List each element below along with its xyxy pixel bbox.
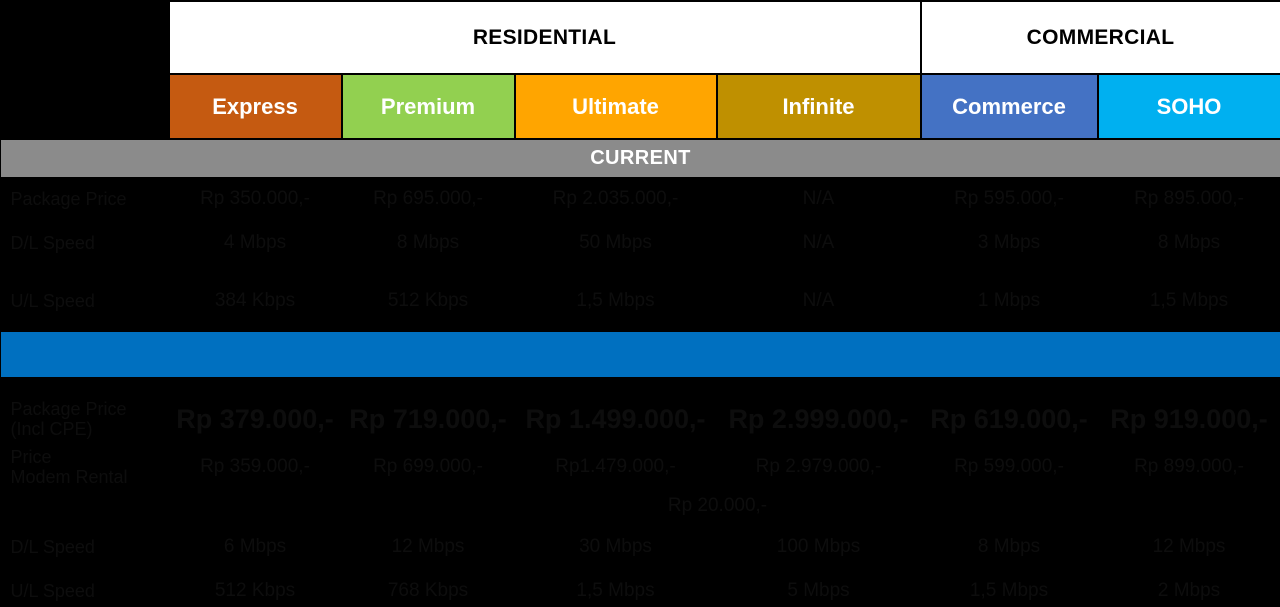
pricing-comparison-table: RESIDENTIAL COMMERCIAL Express Premium U… <box>0 0 1280 607</box>
note-spacer-b <box>342 487 515 525</box>
table-row: U/L Speed 512 Kbps 768 Kbps 1,5 Mbps 5 M… <box>1 569 1280 607</box>
cell-new-ul-soho: 2 Mbps <box>1157 580 1221 602</box>
cell-new-price-ultimate: Rp 1.499.000,- <box>525 403 706 434</box>
cell-new-dl-infinite: 100 Mbps <box>776 536 861 558</box>
cell-current-dl-express: 4 Mbps <box>223 232 287 253</box>
cell-modem-rental-premium: Rp 699.000,- <box>373 456 483 478</box>
cell-current-ul-soho: 1,5 Mbps <box>1149 290 1229 311</box>
cell-new-dl-soho: 12 Mbps <box>1152 536 1226 558</box>
row-label-dl-speed-new: D/L Speed <box>10 537 95 558</box>
cell-new-price-infinite: Rp 2.999.000,- <box>728 403 909 434</box>
cell-new-dl-commerce: 8 Mbps <box>977 536 1041 558</box>
category-residential: RESIDENTIAL <box>167 0 922 75</box>
cell-current-price-premium: Rp 695.000,- <box>373 188 483 210</box>
row-label-line2: Modem Rental <box>10 467 128 488</box>
modem-rental-note-row: Rp 20.000,- <box>1 487 1280 525</box>
category-commercial: COMMERCIAL <box>919 0 1280 75</box>
cell-modem-rental-commerce: Rp 599.000,- <box>954 456 1064 478</box>
spacer-row <box>0 323 1280 331</box>
note-spacer-a <box>169 487 342 525</box>
cell-current-dl-commerce: 3 Mbps <box>977 232 1041 253</box>
row-label-line1: Package Price <box>10 398 127 419</box>
spacer-cell <box>0 323 1280 331</box>
cell-new-dl-express: 6 Mbps <box>223 536 287 558</box>
corner-spacer <box>0 1 169 74</box>
cell-new-price-express: Rp 379.000,- <box>176 403 334 434</box>
cell-current-dl-infinite: N/A <box>802 232 835 253</box>
package-header-spacer <box>0 74 169 139</box>
cell-modem-rental-express: Rp 359.000,- <box>200 456 310 478</box>
cell-new-ul-express: 512 Kbps <box>214 580 296 602</box>
cell-current-ul-premium: 512 Kbps <box>387 290 469 311</box>
section-banner-current-row: CURRENT <box>0 138 1280 178</box>
cell-current-price-ultimate: Rp 2.035.000,- <box>552 188 679 210</box>
cell-current-ul-commerce: 1 Mbps <box>977 290 1041 311</box>
cell-current-dl-ultimate: 50 Mbps <box>579 232 652 253</box>
cell-current-price-commerce: Rp 595.000,- <box>954 188 1064 210</box>
package-header-row: Express Premium Ultimate Infinite Commer… <box>0 73 1280 140</box>
package-header-express[interactable]: Express <box>167 73 343 140</box>
section-banner-current: CURRENT <box>0 138 1280 178</box>
cell-current-ul-ultimate: 1,5 Mbps <box>576 290 655 311</box>
table-row: Package Price Rp 350.000,- Rp 695.000,- … <box>1 177 1280 221</box>
cell-new-dl-premium: 12 Mbps <box>391 536 465 558</box>
spacer-row <box>0 377 1280 391</box>
package-grid: RESIDENTIAL COMMERCIAL Express Premium U… <box>0 0 1280 607</box>
note-spacer-d <box>1098 487 1280 525</box>
section-banner-new-row <box>0 330 1280 378</box>
row-label-ul-speed-current: U/L Speed <box>10 290 95 311</box>
cell-new-dl-ultimate: 30 Mbps <box>579 536 652 558</box>
table-row: D/L Speed 4 Mbps 8 Mbps 50 Mbps N/A 3 Mb… <box>1 221 1280 265</box>
spacer-row <box>0 265 1280 279</box>
table-row: U/L Speed 384 Kbps 512 Kbps 1,5 Mbps N/A… <box>1 279 1280 323</box>
cell-current-ul-infinite: N/A <box>802 290 835 311</box>
package-header-ultimate[interactable]: Ultimate <box>513 73 718 140</box>
row-label-ul-speed-new: U/L Speed <box>10 581 95 602</box>
table-row: D/L Speed 6 Mbps 12 Mbps 30 Mbps 100 Mbp… <box>1 525 1280 569</box>
modem-rental-note: Rp 20.000,- <box>667 495 768 517</box>
cell-modem-rental-ultimate: Rp1.479.000,- <box>555 456 676 478</box>
cell-current-price-infinite: N/A <box>802 188 835 210</box>
cell-current-dl-premium: 8 Mbps <box>396 232 460 253</box>
category-header-row: RESIDENTIAL COMMERCIAL <box>0 0 1280 75</box>
row-label-package-price-current: Package Price <box>10 189 127 210</box>
row-label-package-price-incl-cpe: Package Price (Incl CPE) <box>1 391 169 447</box>
cell-modem-rental-soho: Rp 899.000,- <box>1134 456 1244 478</box>
note-spacer-c <box>921 487 1098 525</box>
table-row: Package Price (Incl CPE) Rp 379.000,- Rp… <box>1 391 1280 447</box>
cell-modem-rental-infinite: Rp 2.979.000,- <box>755 456 882 478</box>
cell-new-price-premium: Rp 719.000,- <box>349 403 507 434</box>
row-label-line2: (Incl CPE) <box>10 419 93 439</box>
package-header-premium[interactable]: Premium <box>340 73 516 140</box>
package-header-infinite[interactable]: Infinite <box>715 73 922 140</box>
cell-new-ul-premium: 768 Kbps <box>387 580 469 602</box>
cell-new-price-soho: Rp 919.000,- <box>1110 403 1268 434</box>
cell-current-ul-express: 384 Kbps <box>214 290 296 311</box>
note-spacer-left <box>1 487 169 525</box>
cell-new-ul-commerce: 1,5 Mbps <box>969 580 1049 602</box>
spacer-cell <box>0 265 1280 279</box>
package-header-commerce[interactable]: Commerce <box>919 73 1099 140</box>
spacer-cell <box>0 377 1280 391</box>
section-banner-new <box>0 330 1280 378</box>
cell-new-price-commerce: Rp 619.000,- <box>930 403 1088 434</box>
cell-new-ul-infinite: 5 Mbps <box>787 580 850 602</box>
cell-new-ul-ultimate: 1,5 Mbps <box>576 580 655 602</box>
cell-current-dl-soho: 8 Mbps <box>1157 232 1221 253</box>
package-header-soho[interactable]: SOHO <box>1096 73 1280 140</box>
table-row: Price Modem Rental Rp 359.000,- Rp 699.0… <box>1 447 1280 487</box>
row-label-dl-speed-current: D/L Speed <box>10 232 95 253</box>
cell-current-price-express: Rp 350.000,- <box>200 188 310 210</box>
row-label-price-modem-rental: Price Modem Rental <box>1 447 169 487</box>
cell-current-price-soho: Rp 895.000,- <box>1134 188 1244 210</box>
row-label-line1: Price <box>10 447 52 467</box>
